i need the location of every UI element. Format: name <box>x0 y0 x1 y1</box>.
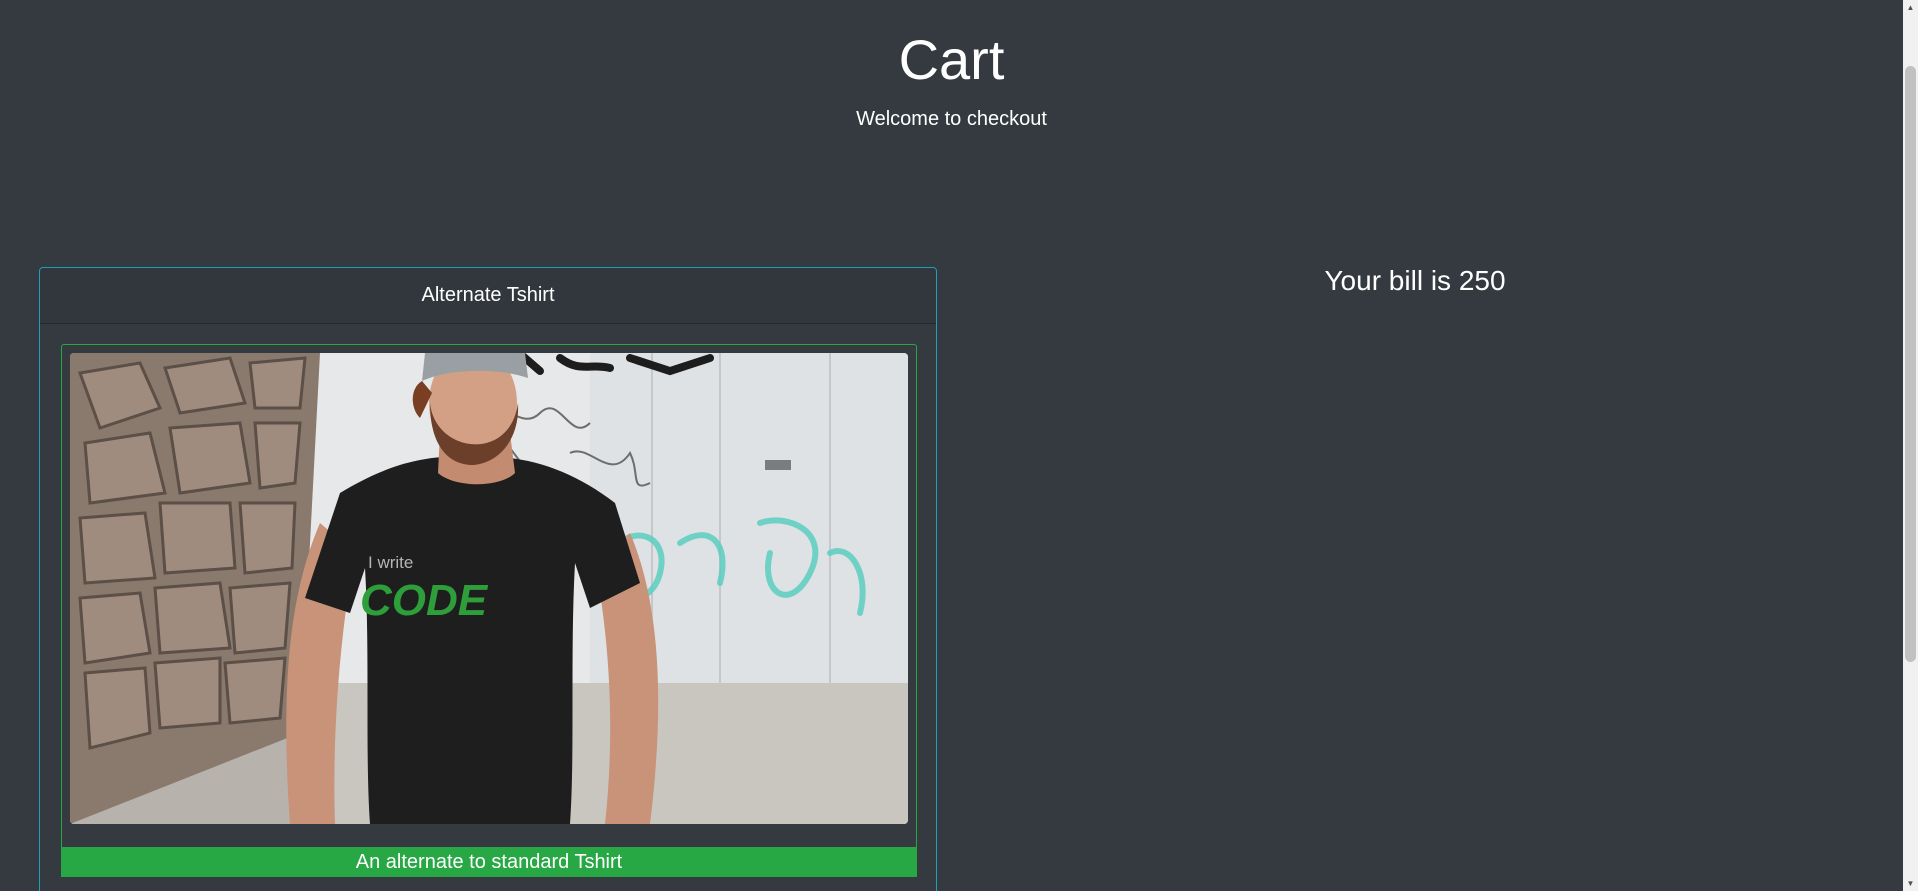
vertical-scrollbar[interactable]: ▲ ▼ <box>1903 0 1918 891</box>
product-image: I write CODE <box>70 353 908 824</box>
scroll-up-arrow-icon[interactable]: ▲ <box>1903 0 1918 15</box>
product-image-frame: I write CODE <box>61 344 917 853</box>
page-header: Cart Welcome to checkout <box>0 0 1903 131</box>
bill-total: Your bill is 250 <box>1000 265 1830 297</box>
product-description-text: An alternate to standard Tshirt <box>355 850 623 873</box>
shirt-print-line2: CODE <box>360 576 489 625</box>
scroll-down-arrow-icon[interactable]: ▼ <box>1903 876 1918 891</box>
product-card-header: Alternate Tshirt <box>40 268 936 324</box>
product-description: An alternate to standard Tshirt <box>61 847 917 877</box>
product-card: Alternate Tshirt I write CODE An alterna… <box>39 267 937 891</box>
page-subtitle: Welcome to checkout <box>856 108 1047 130</box>
shirt-print-line1: I write <box>368 553 413 572</box>
product-name: Alternate Tshirt <box>421 284 555 306</box>
bill-text: Your bill is 250 <box>1324 265 1506 296</box>
cart-page: Cart Welcome to checkout Alternate Tshir… <box>0 0 1918 891</box>
page-title: Cart <box>898 28 1005 91</box>
scrollbar-thumb[interactable] <box>1905 66 1916 662</box>
